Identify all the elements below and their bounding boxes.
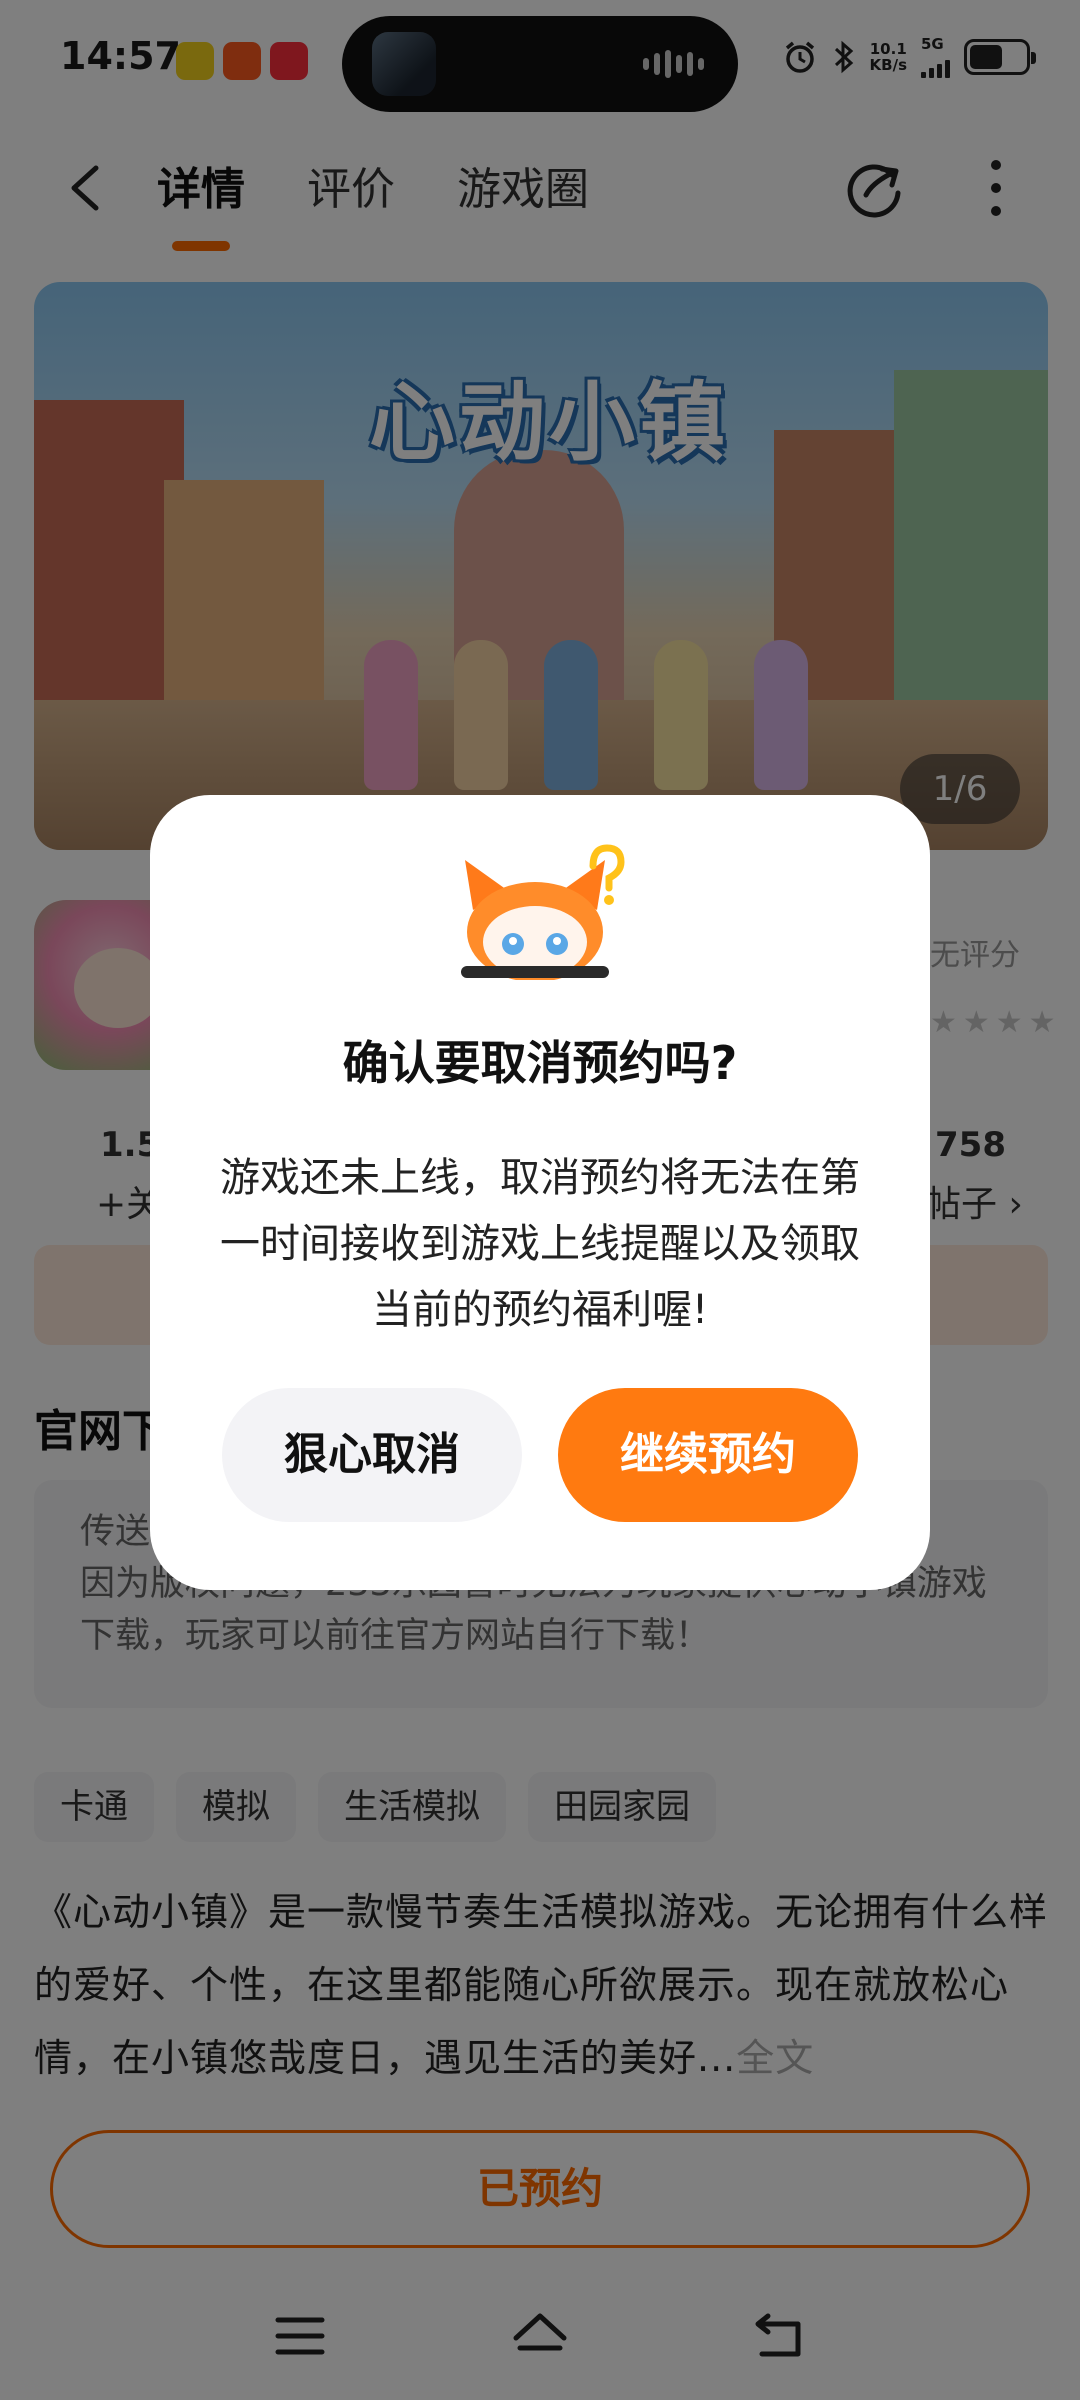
- dialog-message: 游戏还未上线，取消预约将无法在第一时间接收到游戏上线提醒以及领取当前的预约福利喔…: [220, 1155, 860, 1333]
- cancel-reservation-dialog: 确认要取消预约吗? 游戏还未上线，取消预约将无法在第一时间接收到游戏上线提醒以及…: [150, 795, 930, 1590]
- confirm-cancel-button[interactable]: 狠心取消: [222, 1388, 522, 1522]
- mascot-question-icon: [461, 844, 625, 980]
- dialog-title: 确认要取消预约吗?: [342, 1036, 738, 1090]
- continue-reservation-button[interactable]: 继续预约: [558, 1388, 858, 1522]
